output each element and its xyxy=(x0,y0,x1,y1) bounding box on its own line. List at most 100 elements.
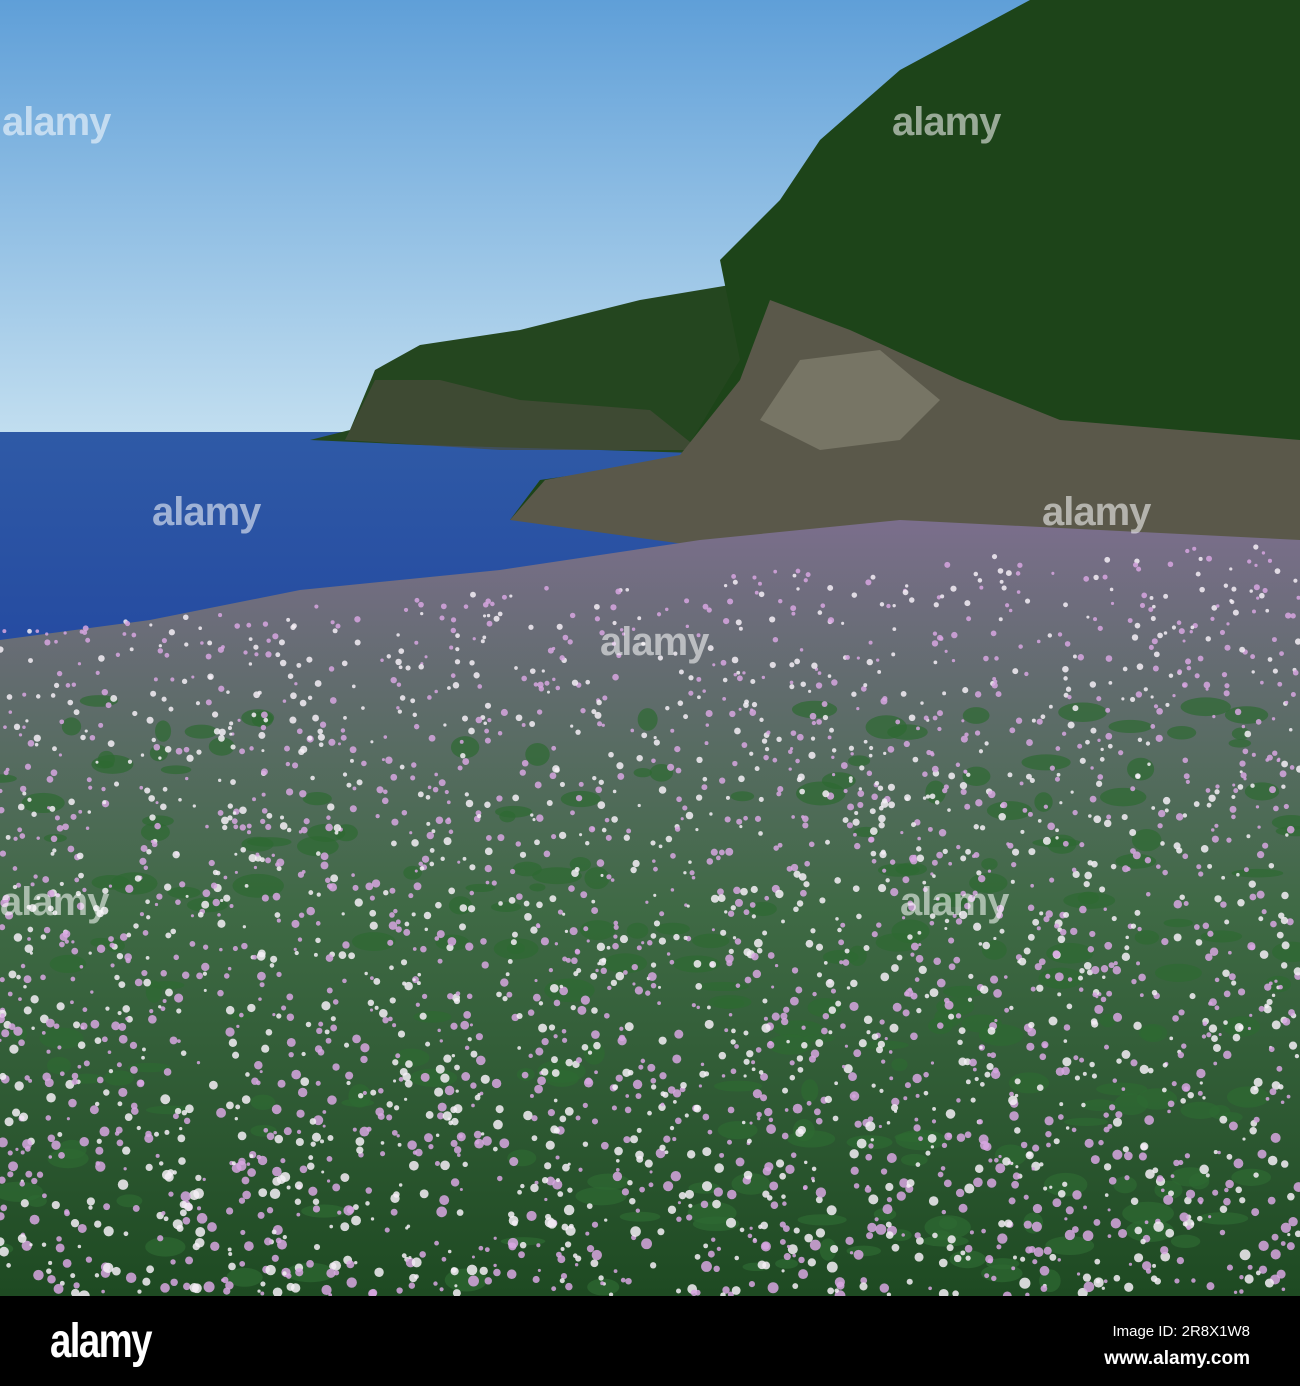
flower xyxy=(183,1282,191,1291)
flower xyxy=(1147,762,1151,766)
flower xyxy=(244,883,249,888)
flower xyxy=(1122,865,1130,873)
flower xyxy=(80,734,86,741)
flower xyxy=(904,794,911,802)
flower xyxy=(591,1030,600,1039)
flower xyxy=(1150,724,1156,729)
flower xyxy=(710,894,719,903)
flower xyxy=(322,1110,327,1114)
flower xyxy=(871,858,877,864)
flower xyxy=(326,1268,336,1278)
leaf xyxy=(1154,963,1202,982)
flower xyxy=(928,1196,939,1206)
flower xyxy=(217,989,224,997)
leaf xyxy=(448,896,473,915)
flower xyxy=(221,1278,225,1282)
flower xyxy=(191,675,195,679)
flower xyxy=(183,746,190,753)
flower xyxy=(776,736,782,742)
flower xyxy=(892,627,897,632)
flower xyxy=(263,717,269,723)
flower xyxy=(271,1254,279,1262)
flower xyxy=(1226,1264,1233,1271)
flower xyxy=(326,1179,331,1183)
flower xyxy=(63,631,67,635)
flower xyxy=(851,691,857,697)
flower xyxy=(1027,811,1033,817)
flower xyxy=(1280,1241,1286,1246)
flower xyxy=(370,976,374,980)
flower xyxy=(67,845,75,853)
flower xyxy=(1063,911,1070,918)
flower xyxy=(207,1222,217,1232)
flower xyxy=(380,658,384,663)
flower xyxy=(11,1108,21,1117)
flower xyxy=(744,699,749,705)
flower xyxy=(1047,822,1055,831)
flower xyxy=(261,749,265,753)
flower xyxy=(328,666,335,672)
flower xyxy=(717,888,724,896)
flower xyxy=(808,751,816,759)
flower xyxy=(896,954,903,961)
flower xyxy=(728,948,734,954)
flower xyxy=(632,982,636,986)
flower xyxy=(434,689,438,694)
flower xyxy=(310,1141,316,1147)
flower xyxy=(432,786,439,793)
flower xyxy=(338,951,347,959)
flower xyxy=(764,1107,773,1117)
flower xyxy=(751,1067,756,1072)
flower xyxy=(463,1011,472,1019)
flower xyxy=(856,1138,867,1149)
flower xyxy=(842,959,850,966)
flower xyxy=(462,1161,468,1168)
leaf xyxy=(1180,697,1231,717)
flower xyxy=(6,1263,11,1268)
flower xyxy=(1226,837,1232,843)
flower xyxy=(570,810,575,816)
flower xyxy=(636,1127,642,1133)
flower xyxy=(848,1072,857,1082)
flower xyxy=(635,1208,640,1213)
flower xyxy=(20,1199,29,1208)
flower xyxy=(1217,1150,1221,1155)
flower xyxy=(658,937,667,945)
flower xyxy=(1031,718,1036,723)
flower xyxy=(149,814,156,821)
flower xyxy=(434,1087,444,1097)
flower xyxy=(260,1281,266,1287)
flower xyxy=(849,1001,859,1012)
flower xyxy=(734,938,742,945)
flower xyxy=(1288,1009,1295,1016)
flower xyxy=(1167,561,1174,568)
flower xyxy=(473,1130,482,1139)
flower xyxy=(775,889,784,899)
flower xyxy=(459,923,467,931)
flower xyxy=(88,951,92,955)
flower xyxy=(796,733,804,741)
flower xyxy=(1278,1084,1284,1090)
flower xyxy=(769,661,776,669)
flower xyxy=(447,993,454,1000)
leaf xyxy=(49,954,87,974)
flower xyxy=(484,1247,490,1253)
flower xyxy=(122,1005,130,1013)
flower xyxy=(1029,777,1035,784)
flower xyxy=(822,1012,830,1020)
flower xyxy=(1124,1175,1130,1181)
flower xyxy=(1082,1273,1092,1282)
flower xyxy=(24,1075,30,1081)
flower xyxy=(17,803,25,811)
flower xyxy=(675,767,682,774)
flower xyxy=(48,1260,53,1266)
flower xyxy=(749,1226,753,1230)
flower xyxy=(227,803,233,809)
flower xyxy=(743,948,752,957)
flower xyxy=(1265,1097,1270,1101)
flower xyxy=(590,972,598,980)
flower xyxy=(961,719,965,723)
flower xyxy=(1134,1253,1144,1263)
flower xyxy=(70,1273,76,1279)
flower xyxy=(1012,1172,1021,1180)
